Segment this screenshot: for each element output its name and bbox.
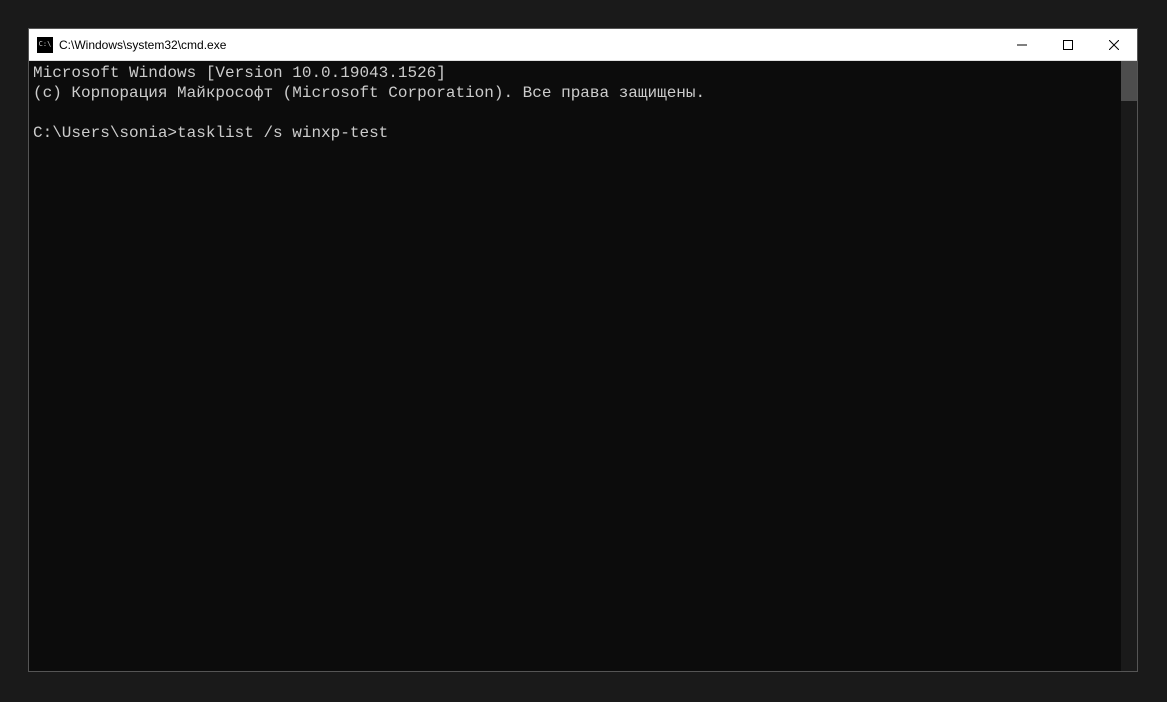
window-controls [999,29,1137,60]
maximize-icon [1063,40,1073,50]
window-title: C:\Windows\system32\cmd.exe [59,38,999,52]
minimize-icon [1017,40,1027,50]
terminal-area: Microsoft Windows [Version 10.0.19043.15… [29,61,1137,671]
scrollbar-thumb[interactable] [1121,61,1137,101]
minimize-button[interactable] [999,29,1045,60]
cmd-icon: C:\ [37,37,53,53]
command-input[interactable]: tasklist /s winxp-test [177,124,388,142]
titlebar[interactable]: C:\ C:\Windows\system32\cmd.exe [29,29,1137,61]
output-line: (c) Корпорация Майкрософт (Microsoft Cor… [33,84,705,102]
prompt: C:\Users\sonia> [33,124,177,142]
maximize-button[interactable] [1045,29,1091,60]
close-button[interactable] [1091,29,1137,60]
close-icon [1109,40,1119,50]
scrollbar[interactable] [1121,61,1137,671]
cmd-icon-text: C:\ [39,41,52,48]
output-line: Microsoft Windows [Version 10.0.19043.15… [33,64,446,82]
cmd-window: C:\ C:\Windows\system32\cmd.exe Microsof… [28,28,1138,672]
terminal-output[interactable]: Microsoft Windows [Version 10.0.19043.15… [29,61,1121,671]
